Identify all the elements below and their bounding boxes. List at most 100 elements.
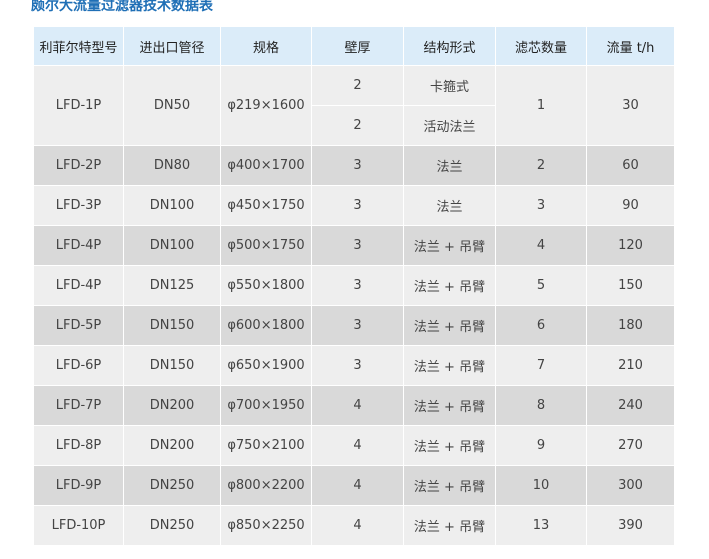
cell-cartridges: 2	[495, 145, 587, 186]
cell-cartridges: 8	[495, 385, 587, 426]
cell-spec: φ850×2250	[220, 505, 312, 546]
cell-pipe: DN150	[123, 305, 221, 346]
page: 颇尔大流量过滤器技术数据表 利菲尔特型号 进出口管径 规格 壁厚 结构形式 滤芯…	[0, 0, 709, 559]
header-row: 利菲尔特型号 进出口管径 规格 壁厚 结构形式 滤芯数量 流量 t/h	[33, 26, 675, 66]
header-pipe-diameter: 进出口管径	[123, 26, 221, 66]
cell-pipe: DN150	[123, 345, 221, 386]
cell-flow: 120	[586, 225, 675, 266]
cell-model: LFD-10P	[33, 505, 124, 546]
cell-flow: 240	[586, 385, 675, 426]
cell-pipe: DN100	[123, 225, 221, 266]
cell-spec: φ700×1950	[220, 385, 312, 426]
cell-flow: 210	[586, 345, 675, 386]
header-wall-thickness: 壁厚	[311, 26, 404, 66]
cell-structure: 法兰 + 吊臂	[403, 345, 496, 386]
table-row: LFD-2P DN80 φ400×1700 3 法兰 2 60	[33, 145, 675, 186]
cell-spec: φ219×1600	[220, 65, 312, 146]
cell-pipe: DN250	[123, 505, 221, 546]
cell-spec: φ400×1700	[220, 145, 312, 186]
cell-structure: 活动法兰	[403, 105, 496, 146]
cell-pipe: DN250	[123, 465, 221, 506]
table-body: LFD-1P DN50 φ219×1600 2 卡箍式 1 30 2 活动法兰 …	[33, 65, 675, 546]
cell-model: LFD-9P	[33, 465, 124, 506]
cell-structure: 法兰	[403, 185, 496, 226]
table-header: 利菲尔特型号 进出口管径 规格 壁厚 结构形式 滤芯数量 流量 t/h	[33, 26, 675, 66]
cell-cartridges: 10	[495, 465, 587, 506]
cell-cartridges: 3	[495, 185, 587, 226]
cell-model: LFD-7P	[33, 385, 124, 426]
cell-model: LFD-2P	[33, 145, 124, 186]
cell-wall: 4	[311, 505, 404, 546]
cell-pipe: DN200	[123, 385, 221, 426]
cell-spec: φ600×1800	[220, 305, 312, 346]
cell-structure: 法兰 + 吊臂	[403, 265, 496, 306]
cell-flow: 390	[586, 505, 675, 546]
cell-wall: 4	[311, 425, 404, 466]
table-row: LFD-4P DN125 φ550×1800 3 法兰 + 吊臂 5 150	[33, 265, 675, 306]
cell-structure: 法兰 + 吊臂	[403, 305, 496, 346]
header-structure: 结构形式	[403, 26, 496, 66]
table-row: LFD-7P DN200 φ700×1950 4 法兰 + 吊臂 8 240	[33, 385, 675, 426]
cell-model: LFD-3P	[33, 185, 124, 226]
cell-flow: 300	[586, 465, 675, 506]
cell-wall: 2	[311, 105, 404, 146]
cell-spec: φ500×1750	[220, 225, 312, 266]
cell-model: LFD-4P	[33, 225, 124, 266]
cell-pipe: DN80	[123, 145, 221, 186]
header-flow: 流量 t/h	[586, 26, 675, 66]
cell-structure: 法兰 + 吊臂	[403, 465, 496, 506]
cell-cartridges: 4	[495, 225, 587, 266]
cell-wall: 3	[311, 185, 404, 226]
cell-structure: 法兰	[403, 145, 496, 186]
cell-wall: 4	[311, 465, 404, 506]
cell-model: LFD-1P	[33, 65, 124, 146]
cell-spec: φ450×1750	[220, 185, 312, 226]
cell-cartridges: 9	[495, 425, 587, 466]
cell-spec: φ800×2200	[220, 465, 312, 506]
header-cartridge-count: 滤芯数量	[495, 26, 587, 66]
cell-spec: φ650×1900	[220, 345, 312, 386]
header-model: 利菲尔特型号	[33, 26, 124, 66]
cell-model: LFD-5P	[33, 305, 124, 346]
cell-wall: 3	[311, 345, 404, 386]
cell-pipe: DN200	[123, 425, 221, 466]
cell-cartridges: 5	[495, 265, 587, 306]
cell-model: LFD-6P	[33, 345, 124, 386]
cell-structure: 法兰 + 吊臂	[403, 505, 496, 546]
cell-cartridges: 7	[495, 345, 587, 386]
cell-structure: 卡箍式	[403, 65, 496, 106]
cell-cartridges: 1	[495, 65, 587, 146]
table-row: LFD-3P DN100 φ450×1750 3 法兰 3 90	[33, 185, 675, 226]
cell-pipe: DN125	[123, 265, 221, 306]
table-row: LFD-4P DN100 φ500×1750 3 法兰 + 吊臂 4 120	[33, 225, 675, 266]
cell-wall: 2	[311, 65, 404, 106]
cell-cartridges: 13	[495, 505, 587, 546]
cell-wall: 3	[311, 145, 404, 186]
cell-flow: 270	[586, 425, 675, 466]
cell-wall: 3	[311, 305, 404, 346]
cell-spec: φ550×1800	[220, 265, 312, 306]
cell-wall: 3	[311, 265, 404, 306]
cell-structure: 法兰 + 吊臂	[403, 385, 496, 426]
cell-pipe: DN50	[123, 65, 221, 146]
cell-wall: 3	[311, 225, 404, 266]
cell-flow: 30	[586, 65, 675, 146]
cell-wall: 4	[311, 385, 404, 426]
cell-pipe: DN100	[123, 185, 221, 226]
cell-model: LFD-8P	[33, 425, 124, 466]
table-row: LFD-5P DN150 φ600×1800 3 法兰 + 吊臂 6 180	[33, 305, 675, 346]
cell-structure: 法兰 + 吊臂	[403, 425, 496, 466]
cell-flow: 60	[586, 145, 675, 186]
table-row: LFD-9P DN250 φ800×2200 4 法兰 + 吊臂 10 300	[33, 465, 675, 506]
cell-spec: φ750×2100	[220, 425, 312, 466]
table-row: LFD-6P DN150 φ650×1900 3 法兰 + 吊臂 7 210	[33, 345, 675, 386]
table-row: LFD-8P DN200 φ750×2100 4 法兰 + 吊臂 9 270	[33, 425, 675, 466]
cell-flow: 180	[586, 305, 675, 346]
tech-data-table: 利菲尔特型号 进出口管径 规格 壁厚 结构形式 滤芯数量 流量 t/h LFD-…	[33, 26, 675, 546]
table-row: LFD-10P DN250 φ850×2250 4 法兰 + 吊臂 13 390	[33, 505, 675, 546]
table-title: 颇尔大流量过滤器技术数据表	[31, 0, 213, 14]
cell-flow: 90	[586, 185, 675, 226]
cell-cartridges: 6	[495, 305, 587, 346]
cell-flow: 150	[586, 265, 675, 306]
header-spec: 规格	[220, 26, 312, 66]
